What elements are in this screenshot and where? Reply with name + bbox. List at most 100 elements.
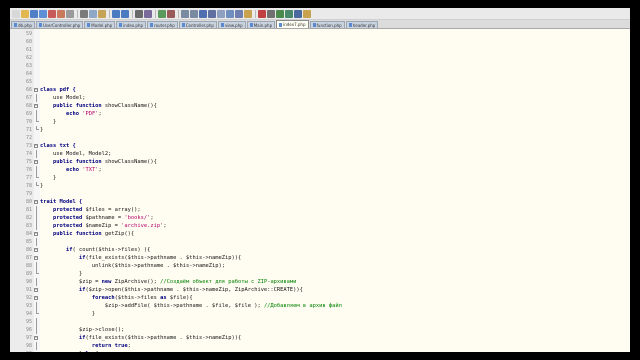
code-token: new [101, 279, 115, 285]
code-line: 72 [10, 134, 630, 142]
code-token: ($zip->open($this->pathname . $this->nam… [85, 287, 303, 293]
code-token: ($this->files [114, 295, 161, 301]
replace-icon[interactable] [144, 9, 152, 18]
code-token: class pdf { [40, 87, 76, 93]
function-list-icon[interactable] [235, 9, 243, 18]
line-number: 65 [25, 79, 32, 85]
fold-toggle-icon[interactable]: − [34, 248, 38, 252]
code-token: use Model, Model2; [40, 151, 112, 157]
code-line: 86− if( count($this->files) ){ [10, 246, 630, 254]
tab-main-php[interactable]: Main.php [246, 21, 276, 28]
code-text: unlink($this->pathname . $this->nameZip)… [40, 262, 225, 270]
fold-toggle-icon[interactable]: − [34, 88, 38, 92]
close-icon[interactable] [48, 9, 56, 18]
file-icon [220, 23, 224, 27]
save-all-icon[interactable] [39, 9, 47, 18]
toolbar-separator [132, 9, 133, 18]
line-number: 87 [25, 255, 32, 261]
line-number: 80 [25, 199, 32, 205]
tab-function-php[interactable]: function.php [309, 21, 345, 28]
tab-db-php[interactable]: db.php [11, 21, 35, 28]
play-macro-icon[interactable] [276, 9, 284, 18]
tab-view-php[interactable]: view.php [217, 21, 246, 28]
code-line: 75− public function showClassName(){ [10, 158, 630, 166]
tab-index-php[interactable]: index.php [116, 21, 147, 28]
fold-toggle-icon[interactable]: − [34, 144, 38, 148]
paste-icon[interactable] [98, 9, 106, 18]
undo-icon[interactable] [112, 9, 120, 18]
tab-label: index7.php [283, 22, 306, 27]
redo-icon[interactable] [121, 9, 129, 18]
fold-end-marker [36, 182, 39, 186]
code-line: 67 use Model; [10, 94, 630, 102]
tab-usercontroller-php[interactable]: UserController.php [35, 21, 84, 28]
find-icon[interactable] [135, 9, 143, 18]
run-macro-multiple-icon[interactable] [285, 9, 293, 18]
word-wrap-icon[interactable] [199, 9, 207, 18]
save-macro-icon[interactable] [294, 9, 302, 18]
fold-toggle-icon[interactable]: − [34, 296, 38, 300]
stop-macro-icon[interactable] [267, 9, 275, 18]
fold-guide [36, 166, 37, 174]
tab-controller-php[interactable]: Controller.php [178, 21, 217, 28]
doc-map-icon[interactable] [226, 9, 234, 18]
code-line: 66− class pdf { [10, 86, 630, 94]
code-text: } [40, 310, 95, 318]
line-number: 99 [10, 350, 32, 352]
code-token: showClassName(){ [104, 103, 157, 109]
fold-toggle-icon[interactable]: − [34, 256, 38, 260]
code-editor[interactable]: 59 60 61 62 63 64 65 66− class pdf {67 use Model… [10, 29, 630, 352]
indent-guide-icon[interactable] [217, 9, 225, 18]
fold-toggle-icon[interactable]: − [34, 160, 38, 164]
close-all-icon[interactable] [57, 9, 65, 18]
code-token: if [40, 255, 86, 261]
code-line: 95 [10, 318, 630, 326]
code-token: protected [40, 215, 86, 221]
code-line: 87− if(file_exists($this->pathname . $th… [10, 254, 630, 262]
copy-icon[interactable] [89, 9, 97, 18]
line-number: 77 [25, 175, 32, 181]
code-line: 98 return true; [10, 342, 630, 350]
code-token: } [40, 311, 96, 317]
code-text: }else{ [40, 350, 99, 352]
print-icon[interactable] [66, 9, 74, 18]
file-icon [249, 23, 253, 27]
fold-toggle-icon[interactable]: − [34, 232, 38, 236]
fold-toggle-icon[interactable]: − [34, 104, 38, 108]
code-token: echo [40, 167, 83, 173]
code-token: public function [40, 231, 105, 237]
open-file-icon[interactable] [21, 9, 29, 18]
code-line: 88 unlink($this->pathname . $this->nameZ… [10, 262, 630, 270]
launch-icon[interactable] [303, 9, 311, 18]
zoom-in-icon[interactable] [158, 9, 166, 18]
code-token: return true [40, 343, 128, 349]
folder-workspace-icon[interactable] [244, 9, 252, 18]
tab-model-php[interactable]: Model.php [84, 21, 116, 28]
zoom-out-icon[interactable] [167, 9, 175, 18]
tab-index7-php[interactable]: index7.php [276, 20, 309, 28]
line-number: 73 [25, 143, 32, 149]
record-macro-icon[interactable] [258, 9, 266, 18]
code-text: use Model, Model2; [40, 150, 111, 158]
sync-vertical-icon[interactable] [181, 9, 189, 18]
code-line: 81 protected $files = array(); [10, 206, 630, 214]
new-file-icon[interactable] [12, 9, 20, 18]
fold-toggle-icon[interactable]: − [34, 288, 38, 292]
fold-toggle-icon[interactable]: − [34, 336, 38, 340]
cut-icon[interactable] [80, 9, 88, 18]
fold-guide [36, 150, 37, 158]
save-icon[interactable] [30, 9, 38, 18]
code-token: } [40, 119, 57, 125]
code-token: else [82, 351, 95, 352]
sync-horizontal-icon[interactable] [190, 9, 198, 18]
toolbar-separator [255, 9, 256, 18]
tab-label: index.php [123, 22, 144, 28]
code-text: protected $nameZip = 'archive.zip'; [40, 222, 167, 230]
fold-toggle-icon[interactable]: − [34, 200, 38, 204]
code-token: ; [98, 111, 102, 117]
code-token: (file_exists($this->pathname . $this->na… [85, 335, 242, 341]
line-number: 70 [25, 119, 32, 125]
tab-header-php[interactable]: header.php [345, 21, 379, 28]
tab-router-php[interactable]: router.php [147, 21, 178, 28]
show-all-chars-icon[interactable] [208, 9, 216, 18]
